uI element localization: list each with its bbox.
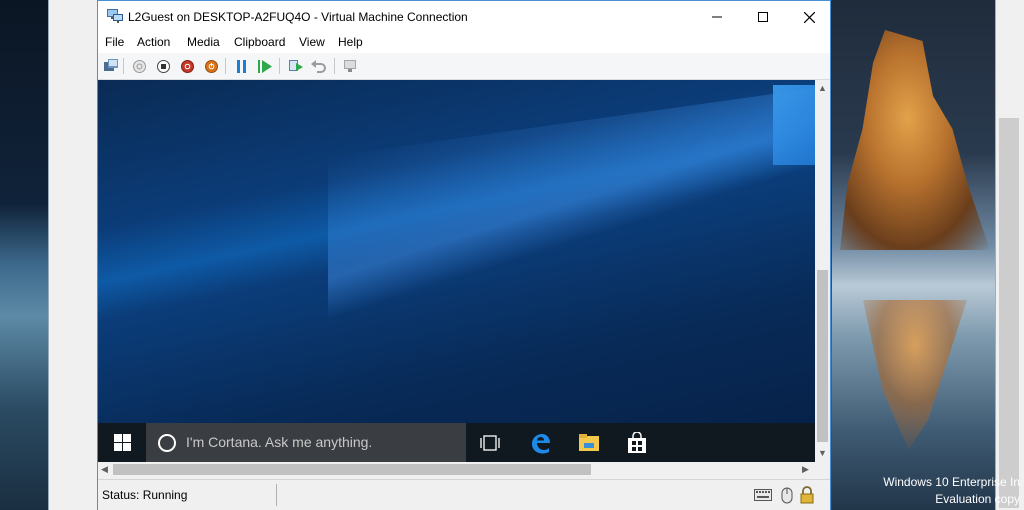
menu-clipboard[interactable]: Clipboard	[234, 35, 285, 49]
toolbar	[98, 53, 830, 80]
start-icon	[132, 59, 146, 73]
menu-action[interactable]: Action	[137, 35, 170, 49]
ctrl-alt-del-icon	[104, 59, 118, 71]
scroll-down-icon[interactable]: ▼	[818, 448, 827, 458]
windows-watermark: Windows 10 Enterprise In Evaluation copy	[883, 474, 1020, 508]
watermark-line-2: Evaluation copy	[935, 492, 1020, 506]
scroll-up-icon[interactable]: ▲	[818, 83, 827, 93]
store-button[interactable]	[625, 431, 649, 455]
close-button[interactable]	[786, 1, 832, 33]
scroll-right-icon[interactable]: ▶	[802, 464, 809, 475]
toolbar-separator	[123, 58, 124, 74]
pause-button[interactable]	[234, 58, 250, 74]
file-explorer-button[interactable]	[577, 431, 601, 455]
edge-button[interactable]	[528, 431, 552, 455]
cortana-search-box[interactable]: I'm Cortana. Ask me anything.	[146, 423, 466, 462]
vertical-scrollbar-thumb[interactable]	[817, 270, 828, 442]
horizontal-scrollbar-thumb[interactable]	[113, 464, 591, 475]
shut-down-button[interactable]	[179, 58, 195, 74]
host-background-window	[48, 0, 99, 510]
watermark-line-1: Windows 10 Enterprise In	[883, 475, 1020, 489]
toolbar-separator	[334, 58, 335, 74]
revert-button[interactable]	[311, 58, 327, 74]
checkpoint-button[interactable]	[288, 58, 304, 74]
scrollbar-corner	[815, 462, 830, 477]
keyboard-icon	[754, 489, 772, 501]
reset-icon	[258, 59, 272, 73]
status-bar: Status: Running	[98, 479, 830, 510]
save-state-icon	[204, 59, 218, 73]
vm-connection-icon	[107, 9, 123, 23]
start-button[interactable]	[131, 58, 147, 74]
turn-off-button[interactable]	[155, 58, 171, 74]
menu-help[interactable]: Help	[338, 35, 363, 49]
guest-wallpaper-windows-logo	[773, 85, 815, 165]
keyboard-status[interactable]	[754, 486, 772, 504]
minimize-button[interactable]	[694, 1, 740, 33]
maximize-icon	[758, 12, 768, 22]
vertical-scrollbar[interactable]: ▲ ▼	[815, 80, 830, 462]
toolbar-separator	[225, 58, 226, 74]
revert-icon	[311, 60, 326, 73]
horizontal-scrollbar[interactable]: ◀ ▶	[98, 462, 815, 477]
scroll-left-icon[interactable]: ◀	[101, 464, 108, 475]
menu-view[interactable]: View	[299, 35, 325, 49]
vm-status: Status: Running	[102, 488, 188, 502]
mouse-icon	[781, 487, 793, 504]
shut-down-icon	[180, 59, 194, 73]
file-explorer-icon	[579, 434, 599, 451]
guest-start-button[interactable]	[98, 423, 146, 462]
cortana-placeholder: I'm Cortana. Ask me anything.	[186, 434, 373, 450]
checkpoint-icon	[289, 60, 303, 71]
close-icon	[803, 11, 815, 23]
guest-wallpaper-light	[328, 83, 815, 337]
reset-button[interactable]	[257, 58, 273, 74]
edge-icon	[532, 434, 550, 454]
lock-icon	[800, 486, 814, 504]
host-background-window-right	[995, 0, 1024, 510]
enhanced-session-button[interactable]	[342, 58, 358, 74]
menu-file[interactable]: File	[105, 35, 124, 49]
menu-bar: File Action Media Clipboard View Help	[98, 33, 830, 53]
enhanced-session-icon	[344, 60, 356, 72]
window-title: L2Guest on DESKTOP-A2FUQ4O - Virtual Mac…	[128, 10, 468, 24]
pause-icon	[237, 59, 246, 73]
toolbar-separator	[279, 58, 280, 74]
host-wallpaper-left	[0, 0, 52, 510]
menu-media[interactable]: Media	[187, 35, 220, 49]
cortana-icon	[158, 434, 176, 452]
ctrl-alt-del-button[interactable]	[103, 58, 119, 74]
host-scrollbar-thumb[interactable]	[999, 118, 1019, 508]
maximize-button[interactable]	[740, 1, 786, 33]
save-button[interactable]	[203, 58, 219, 74]
minimize-icon	[712, 16, 722, 18]
windows-start-icon	[113, 434, 131, 451]
store-icon	[628, 432, 646, 453]
status-separator	[276, 484, 277, 506]
lock-status[interactable]	[798, 486, 816, 504]
mouse-status[interactable]	[778, 486, 796, 504]
vm-connection-window: L2Guest on DESKTOP-A2FUQ4O - Virtual Mac…	[97, 0, 831, 510]
turn-off-icon	[156, 59, 170, 73]
task-view-button[interactable]	[478, 431, 502, 455]
title-bar[interactable]: L2Guest on DESKTOP-A2FUQ4O - Virtual Mac…	[98, 1, 830, 33]
guest-screen[interactable]: I'm Cortana. Ask me anything.	[98, 80, 815, 462]
guest-taskbar: I'm Cortana. Ask me anything.	[98, 423, 815, 462]
task-view-icon	[480, 435, 500, 451]
